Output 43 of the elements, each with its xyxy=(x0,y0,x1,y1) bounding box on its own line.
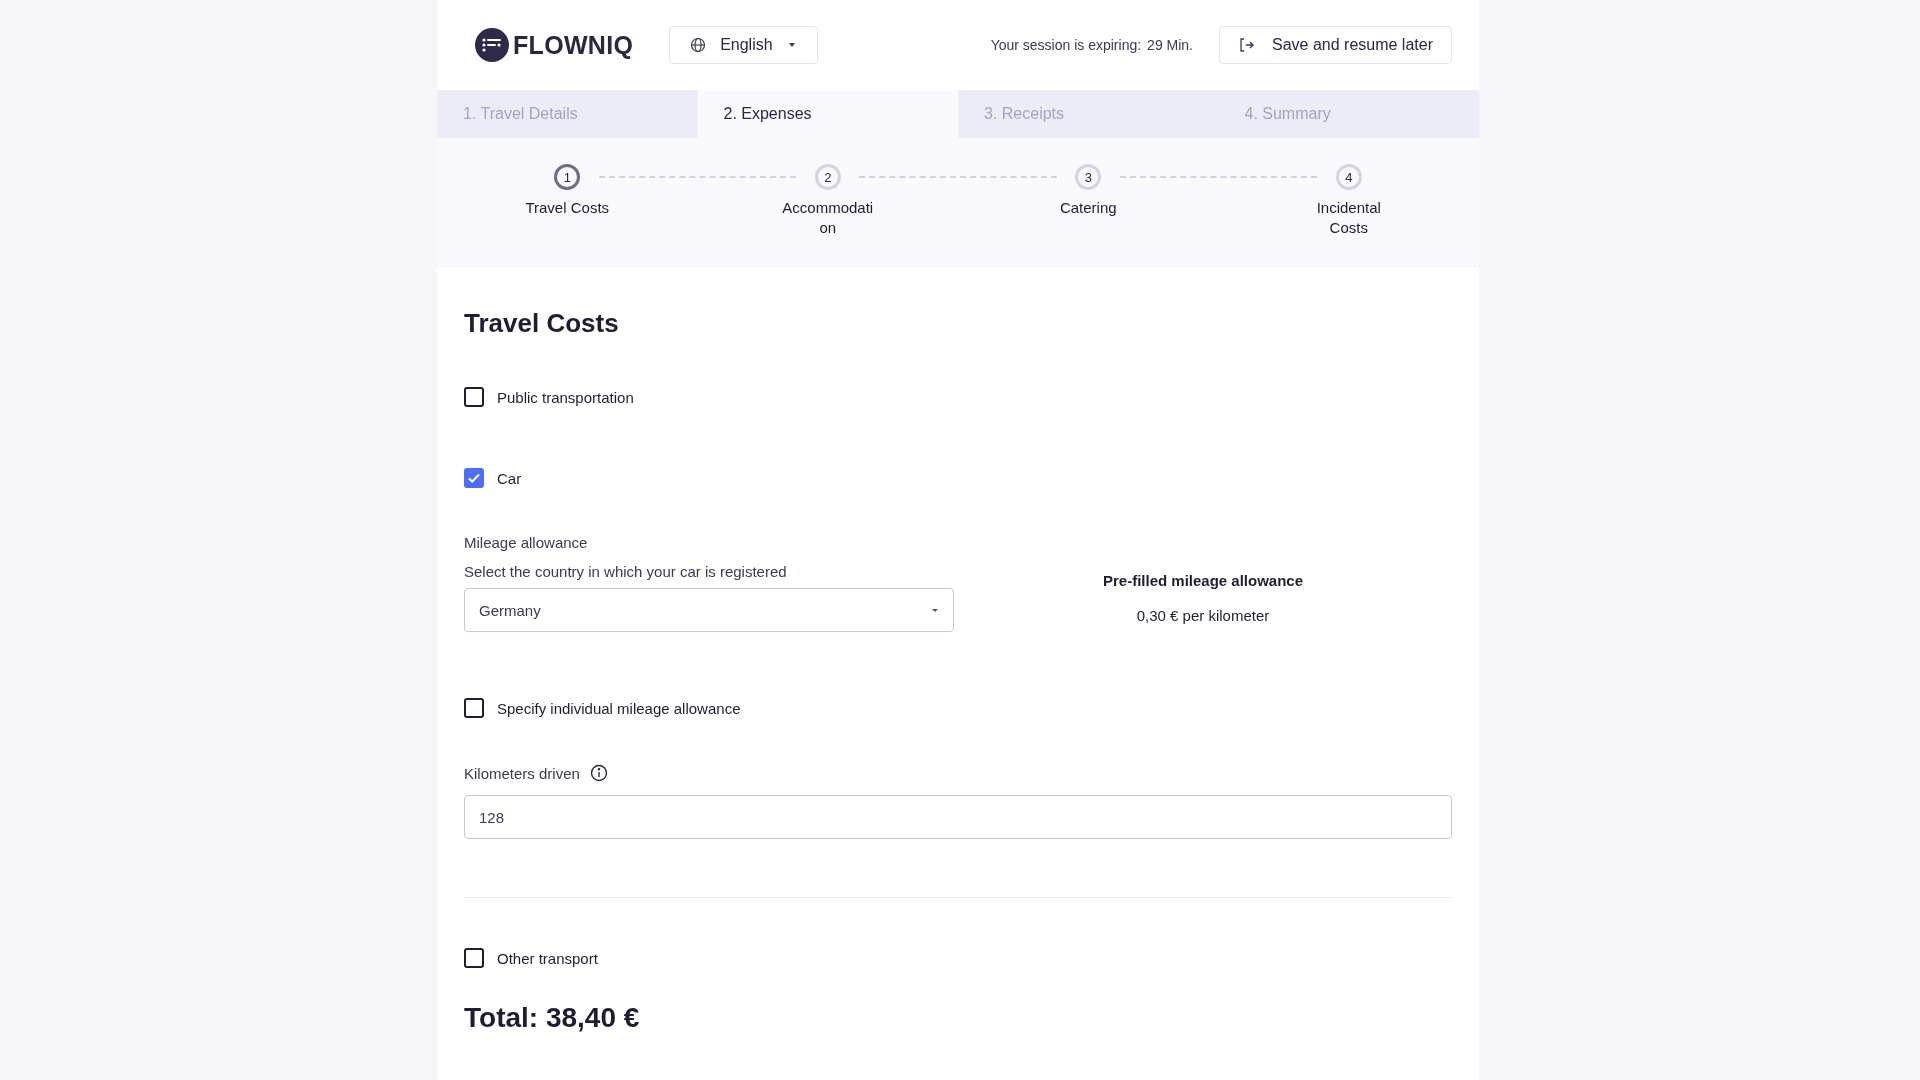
step-label: Catering xyxy=(1058,198,1118,218)
step-label: Accommodation xyxy=(781,198,875,238)
info-icon[interactable] xyxy=(589,764,608,782)
checkbox-label: Specify individual mileage allowance xyxy=(497,699,741,717)
check-icon xyxy=(467,471,481,485)
prefilled-value: 0,30 € per kilometer xyxy=(1136,607,1270,624)
checkbox[interactable]: Other transport xyxy=(464,948,1452,968)
mileage-heading: Mileage allowance xyxy=(464,534,589,551)
checkbox-label: Car xyxy=(497,469,522,487)
checkbox-box[interactable] xyxy=(464,698,484,718)
step-circle[interactable]: 1 xyxy=(554,164,581,190)
logo-text: FLOWNIQ xyxy=(513,30,634,60)
session-label: Your session is expiring: xyxy=(990,37,1142,53)
select-value: Germany xyxy=(479,601,541,619)
globe-icon xyxy=(690,37,707,53)
country-label: Select the country in which your car is registered xyxy=(464,563,788,580)
checkbox[interactable]: Public transportation xyxy=(464,387,1452,407)
checkbox-box[interactable] xyxy=(464,948,484,968)
prefilled-title: Pre-filled mileage allowance xyxy=(1102,572,1304,589)
step-label: Travel Costs xyxy=(524,198,611,218)
step-circle[interactable]: 4 xyxy=(1335,164,1362,190)
session-time: 29 Min. xyxy=(1147,37,1193,53)
total-amount: Total: 38,40 € xyxy=(464,1002,641,1034)
save-resume-button[interactable]: Save and resume later xyxy=(1219,26,1452,64)
language-dropdown[interactable]: English xyxy=(669,26,818,64)
section-title: Travel Costs xyxy=(464,308,620,339)
logo-icon xyxy=(475,28,509,62)
country-select[interactable]: Germany xyxy=(464,588,954,632)
checkbox[interactable]: Car xyxy=(464,468,1452,488)
checkbox-label: Other transport xyxy=(497,949,598,967)
checkbox-box[interactable] xyxy=(464,387,484,407)
kilometers-label: Kilometers driven xyxy=(464,764,580,782)
checkbox-label: Public transportation xyxy=(497,388,634,406)
step-circle[interactable]: 2 xyxy=(814,164,841,190)
tab[interactable]: 2. Expenses xyxy=(697,90,958,138)
step-label: Incidental Costs xyxy=(1315,198,1382,238)
logout-icon xyxy=(1238,37,1254,53)
caret-icon xyxy=(931,607,939,613)
checkbox-box[interactable] xyxy=(464,468,484,488)
checkbox[interactable]: Specify individual mileage allowance xyxy=(464,698,1452,718)
kilometers-input[interactable]: 128 xyxy=(464,795,1452,839)
caret-icon xyxy=(786,42,797,48)
step-circle[interactable]: 3 xyxy=(1075,164,1102,190)
